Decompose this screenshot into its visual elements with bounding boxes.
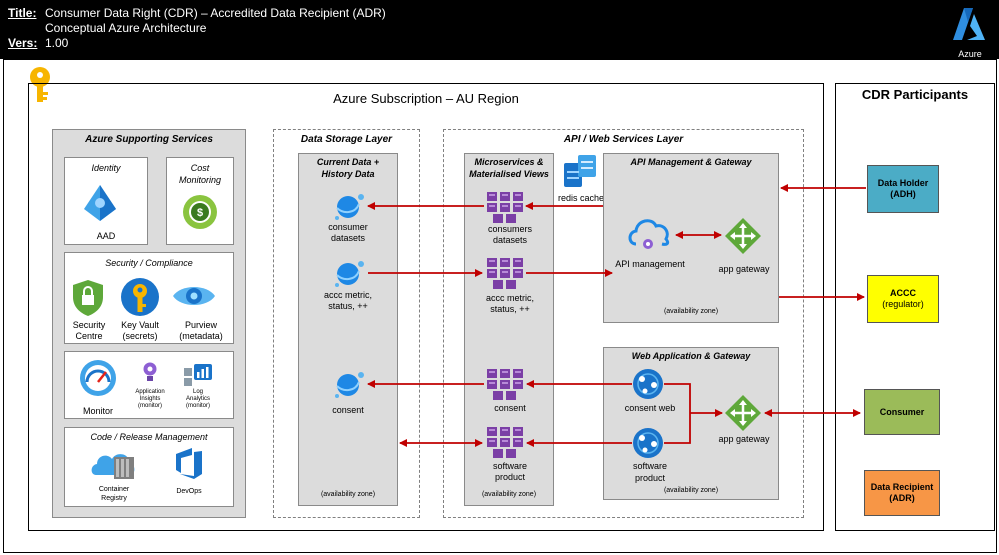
connector-arrows (367, 184, 866, 447)
arrow-web-apps-to-gateway (664, 383, 691, 444)
